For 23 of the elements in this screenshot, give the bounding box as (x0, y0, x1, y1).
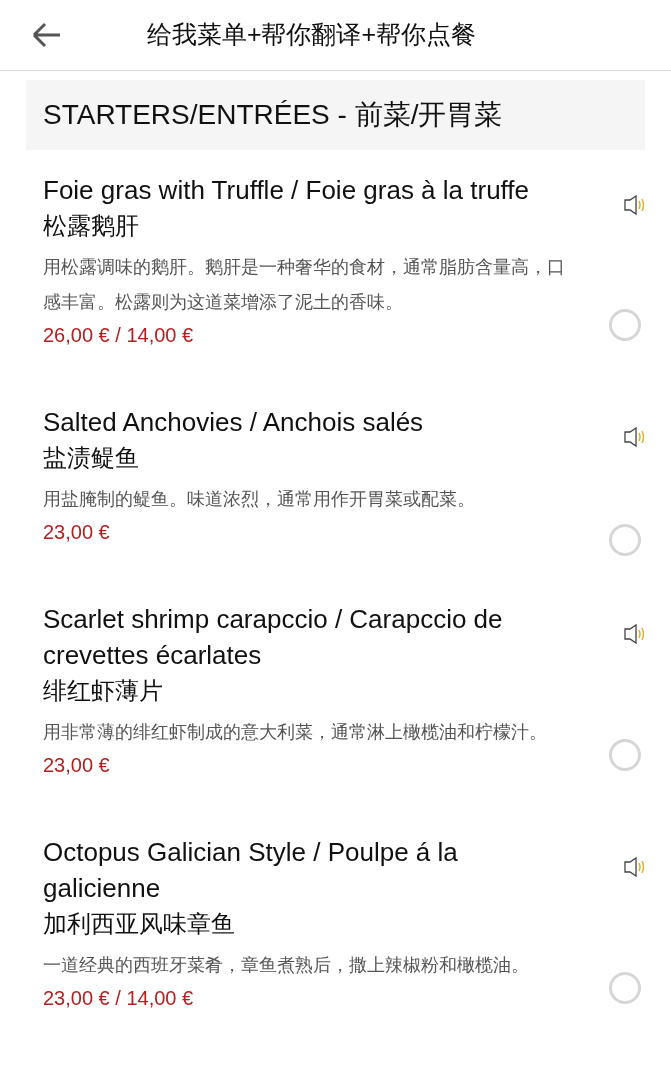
select-radio[interactable] (608, 971, 641, 1004)
dish-name: Scarlet shrimp carapccio / Carapccio de crevettes écarlates (43, 603, 504, 672)
back-icon[interactable] (32, 22, 62, 48)
dish-chinese-name: 松露鹅肝 (43, 211, 140, 241)
select-radio[interactable] (608, 738, 641, 771)
dish-name: Foie gras with Truffle / Foie gras à la truffe (43, 174, 531, 207)
dish-chinese-name: 盐渍鳀鱼 (43, 443, 140, 473)
dish-name: Octopus Galician Style / Poulpe á la galicienne (43, 836, 459, 905)
dish-description: 用松露调味的鹅肝。鹅肝是一种奢华的食材，通常脂肪含量高，口感丰富。松露则为这道菜增添了泥土的香味。 (43, 256, 566, 314)
section-title: STARTERS/ENTRÉES - 前菜/开胃菜 (43, 98, 503, 132)
dish-price: 26,00 € / 14,00 € (43, 324, 194, 346)
dish-description: 用非常薄的绯红虾制成的意大利菜，通常淋上橄榄油和柠檬汁。 (43, 721, 548, 744)
dish-price: 23,00 € / 14,00 € (43, 987, 194, 1009)
dish-description: 一道经典的西班牙菜肴，章鱼煮熟后，撒上辣椒粉和橄榄油。 (43, 954, 530, 977)
dish-name: Salted Anchovies / Anchois salés (43, 406, 425, 439)
dish-price: 23,00 € (43, 754, 110, 776)
dish-chinese-name: 绯红虾薄片 (43, 676, 164, 706)
dish-description: 用盐腌制的鳀鱼。味道浓烈，通常用作开胃菜或配菜。 (43, 488, 476, 511)
page-title: 给我菜单+帮你翻译+帮你点餐 (145, 19, 478, 51)
select-radio[interactable] (608, 523, 641, 556)
dish-price: 23,00 € (43, 521, 110, 543)
select-radio[interactable] (608, 309, 641, 341)
dish-chinese-name: 加利西亚风味章鱼 (43, 909, 236, 939)
